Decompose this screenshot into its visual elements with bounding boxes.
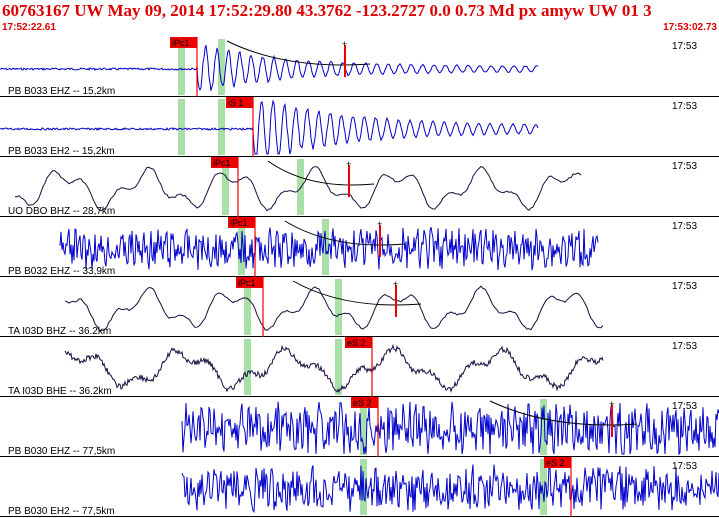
station-label: PB B030 EHZ -- 77,5km xyxy=(8,446,115,457)
event-header: 60763167 UW May 09, 2014 17:52:29.80 43.… xyxy=(0,0,719,37)
trace-row[interactable]: eS 2 PB B030 EH2 -- 77,5km 17:53 xyxy=(0,457,719,517)
phase-pick-label: eS 2 xyxy=(353,398,372,408)
row-time-label: 17:53 xyxy=(672,281,697,292)
station-label: TA I03D BHZ -- 36.2km xyxy=(8,326,111,337)
phase-window xyxy=(218,99,225,155)
phase-window xyxy=(244,339,251,395)
phase-window xyxy=(335,279,342,335)
trace-row[interactable]: + iPc1 TA I03D BHZ -- 36.2km 17:53 xyxy=(0,277,719,337)
coda-plus-icon: + xyxy=(346,159,351,169)
phase-pick-label: eS 2 xyxy=(546,458,565,468)
station-label: TA I03D BHE -- 36.2km xyxy=(8,386,112,397)
row-time-label: 17:53 xyxy=(672,161,697,172)
trace-row[interactable]: eS 2 TA I03D BHE -- 36.2km 17:53 xyxy=(0,337,719,397)
phase-pick-label: iPc1 xyxy=(230,218,248,228)
phase-pick-label: iPc1 xyxy=(213,158,231,168)
waveform xyxy=(181,401,719,456)
coda-plus-icon: + xyxy=(342,39,347,49)
phase-window xyxy=(178,99,185,155)
row-time-label: 17:53 xyxy=(672,341,697,352)
row-time-label: 17:53 xyxy=(672,221,697,232)
phase-window xyxy=(335,339,342,395)
coda-plus-icon: + xyxy=(393,279,398,289)
phase-pick-label: iPc1 xyxy=(238,278,256,288)
row-time-label: 17:53 xyxy=(672,401,697,412)
trace-row[interactable]: iS 1 PB B033 EH2 -- 15,2km 17:53 xyxy=(0,97,719,157)
seismogram-panel[interactable]: + iPc1 PB B033 EHZ -- 15,2km 17:53 iS 1 PB B0… xyxy=(0,37,719,518)
phase-pick-label: iS 1 xyxy=(228,98,244,108)
row-time-label: 17:53 xyxy=(672,101,697,112)
row-time-label: 17:53 xyxy=(672,461,697,472)
waveform xyxy=(181,464,719,513)
trace-row[interactable]: + iPc1 PB B033 EHZ -- 15,2km 17:53 xyxy=(0,37,719,97)
trace-row[interactable]: + iPc1 UO DBO BHZ -- 28,7km 17:53 xyxy=(0,157,719,217)
waveform xyxy=(0,45,539,92)
coda-curve xyxy=(284,220,406,246)
phase-window xyxy=(297,159,304,215)
trace-row[interactable]: + eS 2 PB B030 EHZ -- 77,5km 17:53 xyxy=(0,397,719,457)
event-title: 60763167 UW May 09, 2014 17:52:29.80 43.… xyxy=(2,1,652,20)
station-label: PB B032 EHZ -- 33,9km xyxy=(8,266,115,277)
station-label: PB B030 EH2 -- 77,5km xyxy=(8,506,115,517)
trace-row[interactable]: + iPc1 PB B032 EHZ -- 33,9km 17:53 xyxy=(0,217,719,277)
row-time-label: 17:53 xyxy=(672,41,697,52)
end-time: 17:53:02.73 xyxy=(663,22,717,33)
station-label: PB B033 EH2 -- 15,2km xyxy=(8,146,115,157)
coda-plus-icon: + xyxy=(609,399,614,409)
coda-plus-icon: + xyxy=(377,219,382,229)
phase-pick-label: eS 2 xyxy=(347,338,366,348)
start-time: 17:52:22.61 xyxy=(2,22,56,33)
waveform xyxy=(64,343,604,394)
station-label: PB B033 EHZ -- 15,2km xyxy=(8,86,115,97)
station-label: UO DBO BHZ -- 28,7km xyxy=(8,206,115,217)
waveform xyxy=(64,285,604,332)
phase-pick-label: iPc1 xyxy=(172,38,190,48)
